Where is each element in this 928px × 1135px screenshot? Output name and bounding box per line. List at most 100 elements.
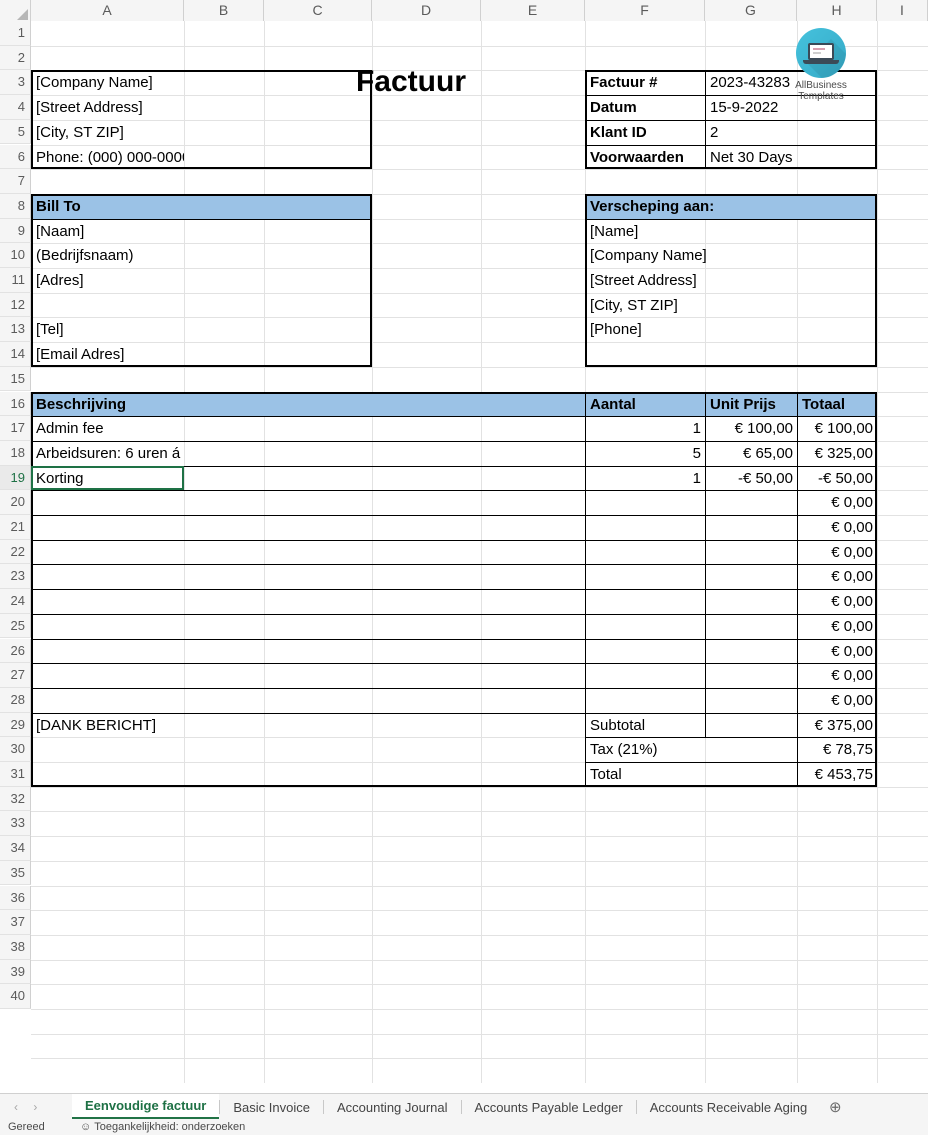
line-item-unit-price[interactable]: -€ 50,00 — [706, 467, 797, 491]
line-item-total[interactable]: € 0,00 — [798, 615, 877, 639]
line-item-unit-price[interactable] — [706, 664, 797, 688]
sheet-tab-accounts-payable-ledger[interactable]: Accounts Payable Ledger — [462, 1094, 636, 1120]
column-header-h[interactable]: H — [797, 0, 877, 21]
line-item-total[interactable]: € 0,00 — [798, 491, 877, 515]
line-item-unit-price[interactable] — [706, 615, 797, 639]
row-header-24[interactable]: 24 — [0, 589, 31, 614]
line-item-unit-price[interactable] — [706, 541, 797, 565]
thank-you-message[interactable]: [DANK BERICHT] — [32, 714, 184, 738]
total-value-1[interactable]: € 78,75 — [706, 738, 877, 762]
line-item-quantity[interactable] — [586, 541, 705, 565]
row-header-14[interactable]: 14 — [0, 342, 31, 367]
row-header-17[interactable]: 17 — [0, 416, 31, 441]
line-item-quantity[interactable] — [586, 565, 705, 589]
line-item-description[interactable] — [32, 664, 184, 688]
row-header-6[interactable]: 6 — [0, 144, 31, 170]
line-item-quantity[interactable] — [586, 689, 705, 713]
row-header-11[interactable]: 11 — [0, 268, 31, 293]
line-item-total[interactable]: € 0,00 — [798, 541, 877, 565]
column-header-d[interactable]: D — [372, 0, 481, 21]
line-item-unit-price[interactable] — [706, 565, 797, 589]
sender-phone[interactable]: Phone: (000) 000-0000 — [32, 146, 184, 170]
row-header-31[interactable]: 31 — [0, 762, 31, 787]
row-header-16[interactable]: 16 — [0, 391, 31, 417]
sheet-tab-eenvoudige-factuur[interactable]: Eenvoudige factuur — [72, 1094, 220, 1120]
row-header-37[interactable]: 37 — [0, 910, 31, 935]
ship-to-line-5[interactable] — [586, 343, 877, 367]
sender-city[interactable]: [City, ST ZIP] — [32, 121, 184, 145]
bill-to-line-5[interactable]: [Email Adres] — [32, 343, 184, 367]
row-header-36[interactable]: 36 — [0, 885, 31, 911]
line-item-quantity[interactable] — [586, 491, 705, 515]
line-item-total[interactable]: -€ 50,00 — [798, 467, 877, 491]
row-header-10[interactable]: 10 — [0, 243, 31, 268]
add-sheet-button[interactable]: ⊕ — [820, 1094, 850, 1120]
column-header-g[interactable]: G — [705, 0, 797, 21]
row-header-23[interactable]: 23 — [0, 564, 31, 590]
column-header-f[interactable]: F — [585, 0, 705, 21]
line-item-description[interactable] — [32, 689, 184, 713]
row-header-39[interactable]: 39 — [0, 959, 31, 985]
row-header-20[interactable]: 20 — [0, 490, 31, 515]
row-header-28[interactable]: 28 — [0, 687, 31, 713]
line-item-description[interactable] — [32, 615, 184, 639]
line-item-unit-price[interactable] — [706, 516, 797, 540]
line-item-unit-price[interactable] — [706, 640, 797, 664]
line-item-description[interactable] — [32, 541, 184, 565]
line-item-quantity[interactable]: 1 — [586, 467, 705, 491]
row-header-2[interactable]: 2 — [0, 45, 31, 71]
line-item-description[interactable] — [32, 640, 184, 664]
row-header-30[interactable]: 30 — [0, 737, 31, 762]
row-header-29[interactable]: 29 — [0, 712, 31, 738]
line-item-unit-price[interactable]: € 100,00 — [706, 417, 797, 441]
row-header-25[interactable]: 25 — [0, 613, 31, 639]
row-header-27[interactable]: 27 — [0, 663, 31, 688]
bill-to-line-2[interactable]: [Adres] — [32, 269, 184, 293]
line-item-unit-price[interactable] — [706, 491, 797, 515]
invoice-meta-value-2[interactable]: 2 — [706, 121, 877, 145]
column-header-c[interactable]: C — [264, 0, 372, 21]
line-item-description[interactable]: Arbeidsuren: 6 uren á 50 EUR — [32, 442, 184, 466]
ship-to-line-2[interactable]: [Street Address] — [586, 269, 877, 293]
total-value-2[interactable]: € 453,75 — [706, 763, 877, 787]
ship-to-line-3[interactable]: [City, ST ZIP] — [586, 294, 877, 318]
ship-to-line-4[interactable]: [Phone] — [586, 318, 877, 342]
row-header-8[interactable]: 8 — [0, 193, 31, 219]
row-header-7[interactable]: 7 — [0, 169, 31, 194]
line-item-description[interactable] — [32, 491, 184, 515]
sender-street[interactable]: [Street Address] — [32, 96, 184, 120]
line-item-total[interactable]: € 0,00 — [798, 689, 877, 713]
row-header-12[interactable]: 12 — [0, 292, 31, 318]
line-item-unit-price[interactable]: € 65,00 — [706, 442, 797, 466]
bill-to-line-3[interactable] — [32, 294, 184, 318]
line-item-description[interactable]: Admin fee — [32, 417, 184, 441]
column-header-a[interactable]: A — [31, 0, 184, 21]
row-header-15[interactable]: 15 — [0, 366, 31, 392]
worksheet-grid[interactable]: [Company Name] [Street Address] [City, ST … — [31, 21, 928, 1083]
line-item-description[interactable] — [32, 516, 184, 540]
row-header-13[interactable]: 13 — [0, 317, 31, 343]
row-header-19[interactable]: 19 — [0, 465, 31, 491]
row-header-9[interactable]: 9 — [0, 218, 31, 244]
row-header-40[interactable]: 40 — [0, 984, 31, 1009]
line-item-total[interactable]: € 100,00 — [798, 417, 877, 441]
sheet-nav-arrows[interactable]: ‹ › — [8, 1094, 43, 1120]
line-item-total[interactable]: € 0,00 — [798, 664, 877, 688]
sheet-next-arrow-icon[interactable]: › — [27, 1100, 43, 1114]
total-value-0[interactable]: € 375,00 — [706, 714, 877, 738]
line-item-total[interactable]: € 0,00 — [798, 590, 877, 614]
row-header-18[interactable]: 18 — [0, 440, 31, 466]
ship-to-line-1[interactable]: [Company Name] — [586, 244, 877, 268]
row-header-3[interactable]: 3 — [0, 70, 31, 96]
row-header-26[interactable]: 26 — [0, 638, 31, 664]
line-item-total[interactable]: € 0,00 — [798, 516, 877, 540]
line-item-quantity[interactable] — [586, 664, 705, 688]
row-header-1[interactable]: 1 — [0, 21, 31, 46]
row-header-21[interactable]: 21 — [0, 515, 31, 540]
row-header-22[interactable]: 22 — [0, 539, 31, 565]
line-item-quantity[interactable] — [586, 590, 705, 614]
sheet-tab-accounting-journal[interactable]: Accounting Journal — [324, 1094, 461, 1120]
row-header-38[interactable]: 38 — [0, 934, 31, 960]
row-header-33[interactable]: 33 — [0, 811, 31, 837]
line-item-unit-price[interactable] — [706, 590, 797, 614]
